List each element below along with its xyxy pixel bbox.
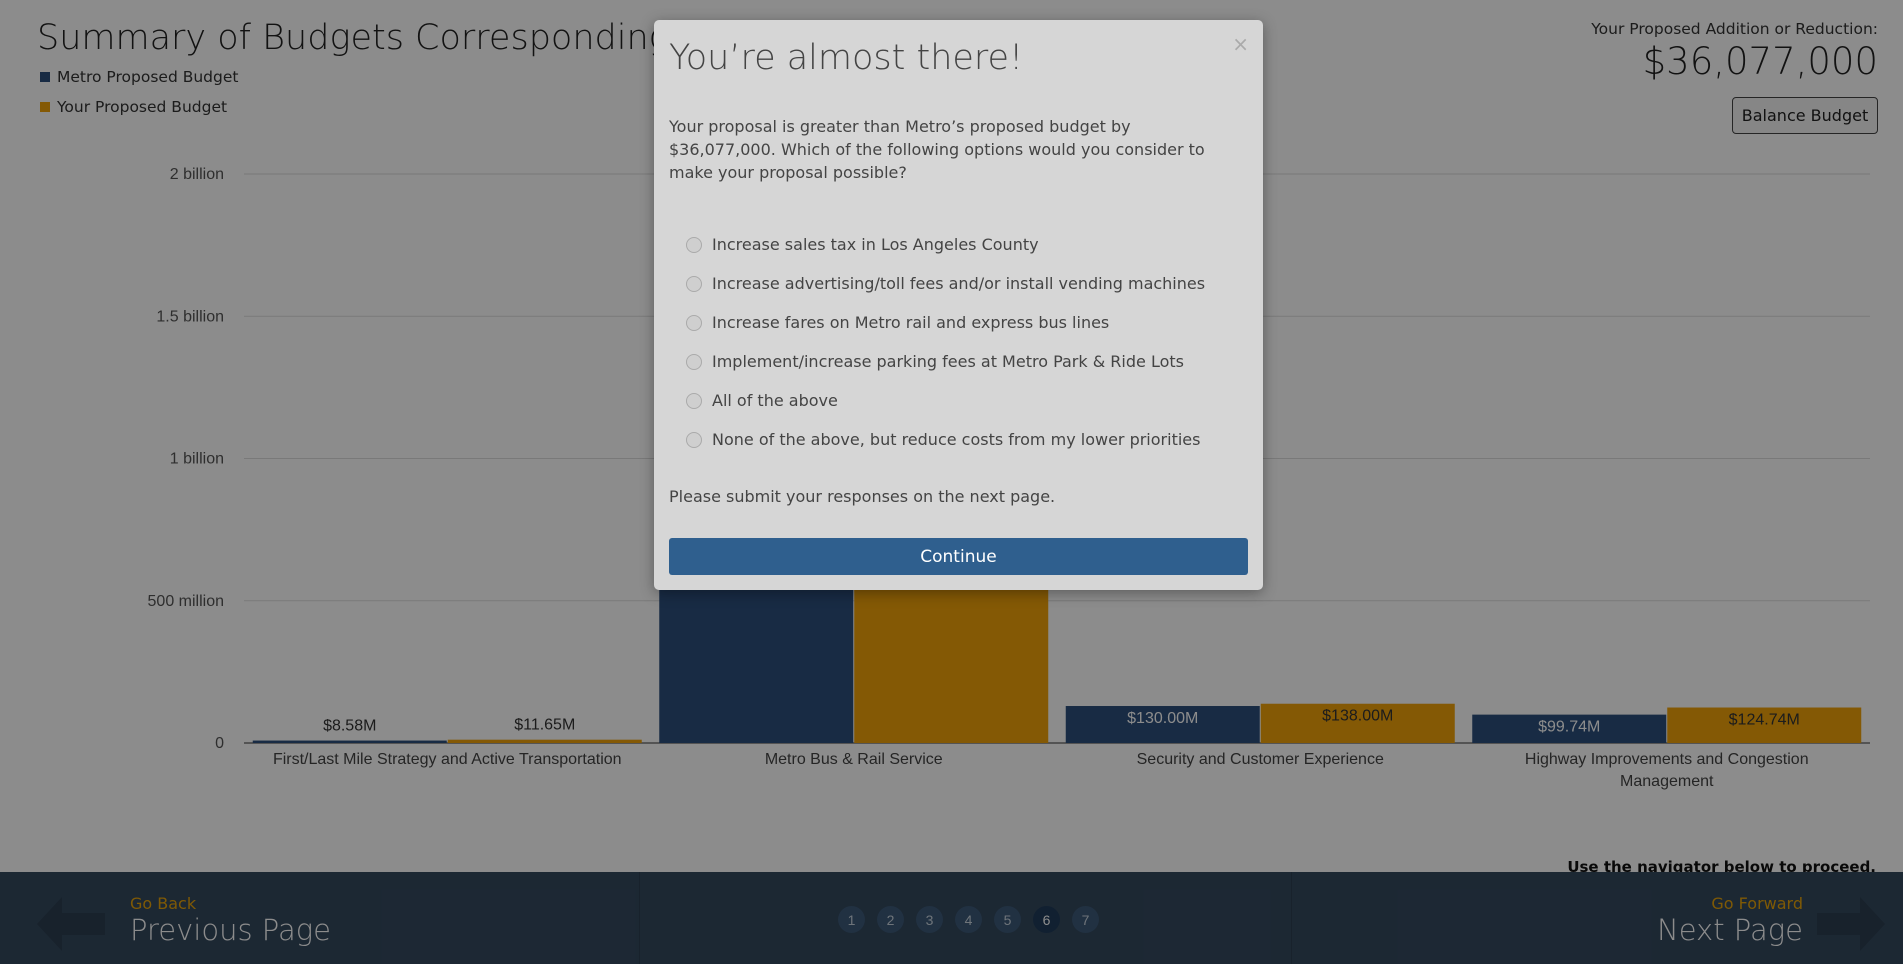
- radio-button[interactable]: [686, 236, 702, 253]
- radio-button[interactable]: [686, 392, 702, 409]
- radio-button[interactable]: [686, 314, 702, 331]
- option-label: Increase fares on Metro rail and express…: [712, 313, 1110, 332]
- option-sales-tax[interactable]: Increase sales tax in Los Angeles County: [686, 225, 1205, 264]
- modal-title: You’re almost there!: [669, 38, 1024, 78]
- almost-there-modal: × You’re almost there! Your proposal is …: [654, 20, 1263, 590]
- close-icon[interactable]: ×: [1232, 32, 1249, 56]
- option-parking-fees[interactable]: Implement/increase parking fees at Metro…: [686, 342, 1205, 381]
- option-label: Increase advertising/toll fees and/or in…: [712, 274, 1206, 293]
- radio-button[interactable]: [686, 275, 702, 292]
- modal-message: Your proposal is greater than Metro’s pr…: [669, 117, 1205, 182]
- continue-button[interactable]: Continue: [669, 538, 1248, 575]
- option-label: None of the above, but reduce costs from…: [712, 430, 1201, 449]
- radio-button[interactable]: [686, 353, 702, 370]
- option-advertising-fees[interactable]: Increase advertising/toll fees and/or in…: [686, 264, 1205, 303]
- submit-note: Please submit your responses on the next…: [669, 487, 1056, 506]
- option-label: Implement/increase parking fees at Metro…: [712, 352, 1184, 371]
- option-all-of-above[interactable]: All of the above: [686, 381, 1205, 420]
- option-label: Increase sales tax in Los Angeles County: [712, 235, 1039, 254]
- option-increase-fares[interactable]: Increase fares on Metro rail and express…: [686, 303, 1205, 342]
- option-label: All of the above: [712, 391, 838, 410]
- option-none-of-above[interactable]: None of the above, but reduce costs from…: [686, 420, 1205, 459]
- radio-button[interactable]: [686, 431, 702, 448]
- options-list: Increase sales tax in Los Angeles County…: [686, 225, 1205, 459]
